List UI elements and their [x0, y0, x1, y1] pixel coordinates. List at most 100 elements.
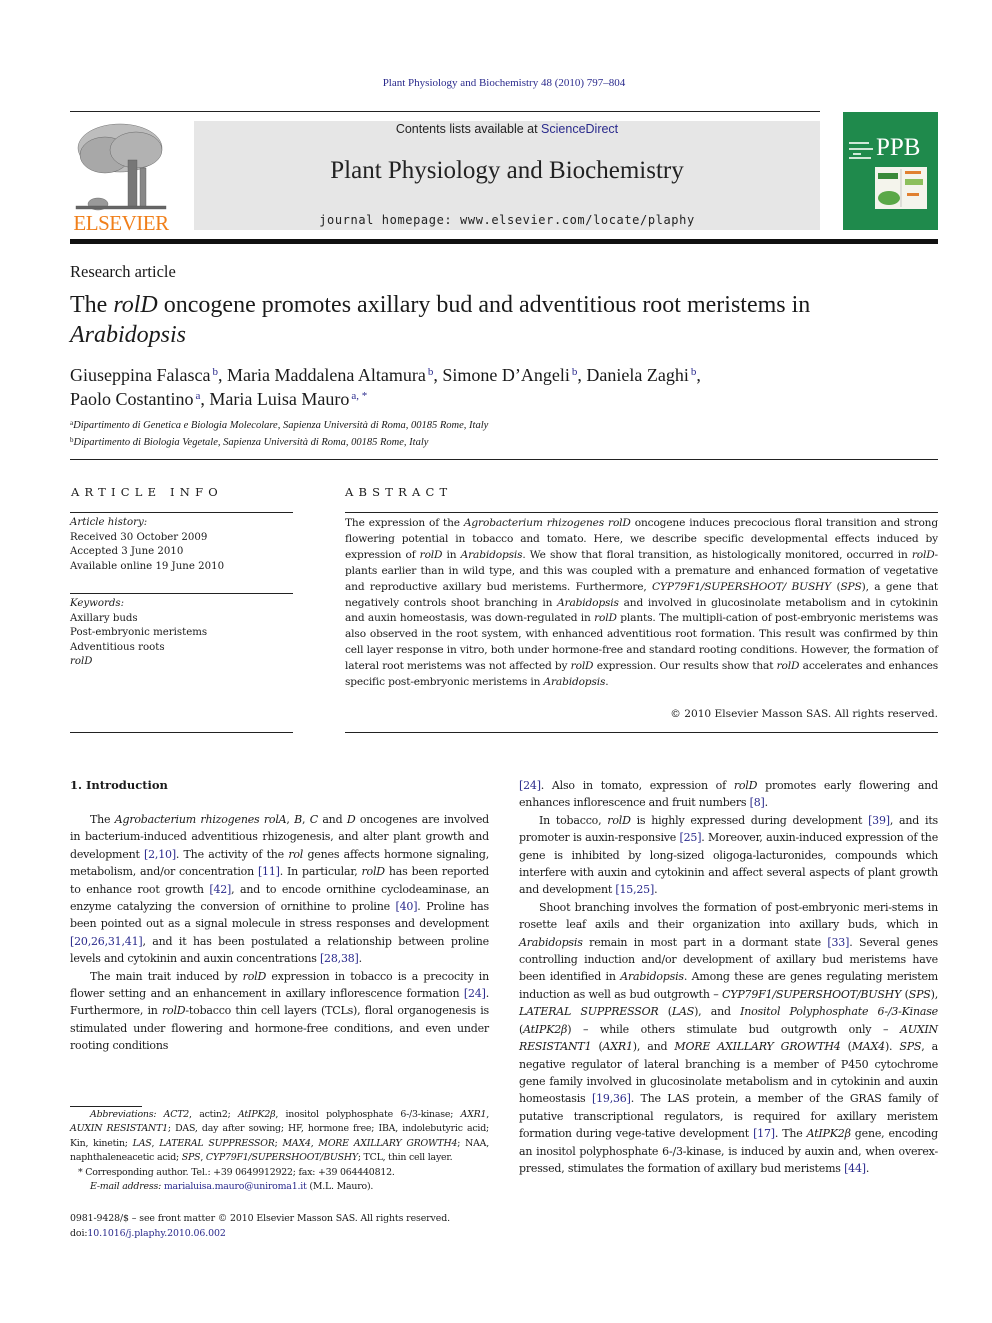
italic-term: rolD — [570, 660, 594, 673]
italic-term: C — [309, 813, 318, 826]
affiliation-b: bDipartimento di Biologia Vegetale, Sapi… — [70, 433, 488, 450]
accepted-date: Accepted 3 June 2010 — [70, 546, 184, 557]
italic-term: CYP79F1/SUPERSHOOT/BUSHY — [722, 987, 902, 1001]
article-info-heading: ARTICLE INFO — [71, 485, 223, 499]
italic-term: Arabidopsis — [543, 676, 606, 689]
reference-link[interactable]: [40] — [396, 900, 418, 913]
article-info-rule — [70, 512, 293, 513]
italic-term: rolD — [733, 779, 758, 792]
italic-term: D — [346, 813, 356, 826]
italic-term: SPS — [908, 987, 931, 1001]
italic-term: AUXIN RESISTANT1 — [70, 1123, 168, 1135]
journal-masthead: Contents lists available at ScienceDirec… — [194, 121, 820, 230]
history-label: Article history: — [70, 517, 148, 528]
body-paragraph: The main trait induced by rolD expressio… — [70, 969, 489, 1053]
issn-line: 0981-9428/$ – see front matter © 2010 El… — [70, 1213, 450, 1224]
keywords-label: Keywords: — [70, 598, 125, 609]
cover-small-text-icon — [849, 142, 873, 159]
doi-link[interactable]: 10.1016/j.plaphy.2010.06.002 — [87, 1228, 225, 1239]
reference-link[interactable]: [11] — [258, 865, 280, 878]
italic-term: Agrobacterium rhizogenes rolA — [114, 813, 287, 826]
italic-term: Abbreviations: ACT2 — [90, 1109, 190, 1120]
reference-link[interactable]: [24] — [519, 779, 541, 792]
reference-link[interactable]: [8] — [750, 796, 765, 809]
header-rule — [70, 111, 820, 112]
italic-term: CYP79F1/SUPERSHOOT/BUSHY — [205, 1152, 358, 1164]
article-history: Article history: Received 30 October 200… — [70, 516, 224, 574]
affiliation-text: Dipartimento di Genetica e Biologia Mole… — [73, 420, 489, 431]
affiliations: aDipartimento di Genetica e Biologia Mol… — [70, 416, 488, 450]
italic-term: MAX4 — [282, 1137, 311, 1149]
footnotes: Abbreviations: ACT2, actin2; AtIPK2β, in… — [70, 1108, 489, 1194]
header-thick-rule — [70, 239, 938, 244]
reference-link[interactable]: [24] — [464, 987, 486, 1000]
reference-link[interactable]: [44] — [844, 1162, 866, 1175]
italic-term: rolD — [361, 865, 386, 879]
reference-link[interactable]: [19,36] — [592, 1092, 631, 1105]
journal-cover-thumbnail[interactable]: PPB — [843, 112, 938, 230]
article-info-rule — [70, 593, 293, 594]
email-link[interactable]: marialuisa.mauro@uniroma1.it — [164, 1181, 307, 1192]
section-rule — [70, 459, 938, 460]
reference-link[interactable]: [42] — [209, 883, 231, 896]
email-label: E-mail address: — [90, 1181, 164, 1193]
reference-link[interactable]: [25] — [680, 831, 702, 844]
italic-term: AXR1 — [460, 1109, 487, 1120]
abstract-copyright: © 2010 Elsevier Masson SAS. All rights r… — [670, 708, 938, 720]
italic-term: rolD — [161, 1004, 186, 1018]
sciencedirect-link[interactable]: ScienceDirect — [541, 122, 618, 136]
italic-term: rolD — [607, 813, 631, 827]
elsevier-wordmark[interactable]: ELSEVIER — [70, 211, 172, 236]
reference-link[interactable]: [2,10] — [144, 848, 176, 861]
article-type: Research article — [70, 262, 176, 281]
italic-term: AtIPK2β — [806, 1127, 851, 1141]
email-footnote: E-mail address: marialuisa.mauro@uniroma… — [70, 1180, 489, 1194]
italic-term: LATERAL SUPPRESSOR — [519, 1005, 659, 1019]
abstract-heading: ABSTRACT — [345, 485, 453, 499]
keyword: Post-embryonic meristems — [70, 627, 208, 638]
keyword: Adventitious roots — [70, 641, 165, 653]
journal-title: Plant Physiology and Biochemistry — [330, 157, 684, 184]
author-name[interactable]: Maria Luisa Mauro — [209, 389, 349, 409]
journal-homepage-link[interactable]: journal homepage: www.elsevier.com/locat… — [194, 213, 820, 227]
italic-term: SPS — [840, 580, 862, 593]
italic-term: rolD — [911, 548, 935, 561]
cover-figure-icon — [875, 167, 927, 209]
author-name[interactable]: Paolo Costantino — [70, 389, 194, 409]
title-text: oncogene promotes axillary bud and adven… — [157, 292, 811, 318]
body-paragraph: [24]. Also in tomato, expression of rolD… — [519, 779, 938, 810]
author-list: Giuseppina Falasca b, Maria Maddalena Alt… — [70, 362, 850, 410]
reference-link[interactable]: [15,25] — [615, 883, 654, 896]
reference-link[interactable]: [20,26,31,41] — [70, 935, 143, 948]
author-name[interactable]: Giuseppina Falasca — [70, 365, 210, 385]
author-name[interactable]: Maria Maddalena Altamura — [227, 365, 426, 385]
received-date: Received 30 October 2009 — [70, 531, 208, 543]
email-suffix: (M.L. Mauro). — [306, 1181, 374, 1193]
keyword: Axillary buds — [70, 612, 138, 624]
author-name[interactable]: Simone D’Angeli — [442, 365, 570, 385]
italic-term: SPS — [181, 1152, 201, 1164]
italic-term: rolD — [419, 548, 443, 561]
corresponding-author-footnote: * Corresponding author. Tel.: +39 064991… — [78, 1166, 395, 1178]
doi-line: doi:10.1016/j.plaphy.2010.06.002 — [70, 1227, 450, 1242]
journal-citation[interactable]: Plant Physiology and Biochemistry 48 (20… — [0, 77, 992, 89]
italic-term: LATERAL SUPPRESSOR — [159, 1137, 275, 1149]
author-affiliation-marker[interactable]: a, * — [351, 390, 367, 402]
contents-prefix: Contents lists available at — [395, 122, 542, 136]
italic-term: AtIPK2β — [523, 1022, 568, 1036]
italic-term: Arabidopsis — [519, 935, 583, 949]
online-date: Available online 19 June 2010 — [70, 560, 225, 572]
author-name[interactable]: Daniela Zaghi — [586, 365, 688, 385]
italic-term: CYP79F1/SUPERSHOOT/ BUSHY — [652, 580, 831, 593]
reference-link[interactable]: [33] — [827, 936, 849, 949]
reference-link[interactable]: [28,38] — [320, 952, 359, 965]
affiliation-a: aDipartimento di Genetica e Biologia Mol… — [70, 416, 488, 433]
reference-link[interactable]: [39] — [868, 814, 890, 827]
abbreviations-footnote: Abbreviations: ACT2, actin2; AtIPK2β, in… — [70, 1109, 490, 1164]
keyword: rolD — [70, 656, 93, 667]
author-separator: , — [217, 365, 227, 385]
italic-term: AXR1 — [602, 1040, 633, 1054]
reference-link[interactable]: [17] — [753, 1127, 775, 1140]
body-paragraph: In tobacco, rolD is highly expressed dur… — [519, 813, 938, 897]
italic-term: B — [294, 813, 302, 826]
